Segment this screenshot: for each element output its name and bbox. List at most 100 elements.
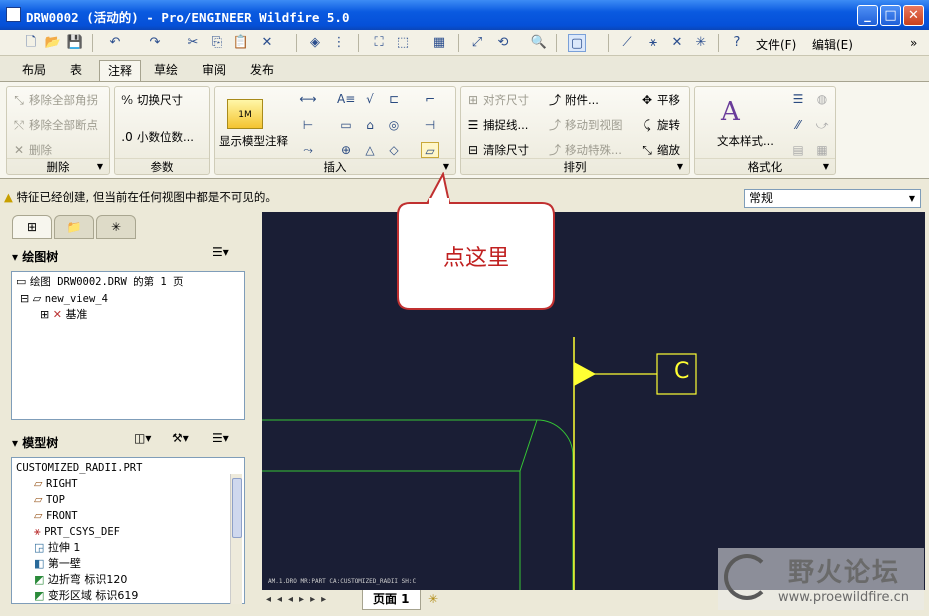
- datum-point-icon[interactable]: ✕: [668, 34, 686, 52]
- gtol-icon[interactable]: ▭: [337, 117, 355, 133]
- refresh-icon[interactable]: ⟲: [494, 34, 512, 52]
- tab-annotate[interactable]: 注释: [99, 60, 142, 81]
- model-tree-item[interactable]: ▱ RIGHT: [34, 477, 78, 491]
- tree-icon[interactable]: ⋮: [330, 34, 348, 52]
- scale-button[interactable]: ⤡ 缩放: [639, 142, 680, 158]
- model-tree-item[interactable]: ⚹ PRT_CSYS_DEF: [34, 525, 120, 539]
- datum-target-icon[interactable]: ⊕: [337, 142, 355, 158]
- page-nav-arrows[interactable]: ◂◂◂▸▸▸: [266, 594, 332, 605]
- axis-icon[interactable]: ⌐: [421, 91, 439, 107]
- tab-review[interactable]: 审阅: [194, 60, 234, 81]
- model-tree-item[interactable]: ◧ 第一壁: [34, 557, 81, 571]
- align-dims-button[interactable]: ⊞ 对齐尺寸: [465, 92, 529, 108]
- delete-button[interactable]: ✕ 删除: [11, 142, 52, 158]
- symbol-icon[interactable]: ⌂: [361, 117, 379, 133]
- scrollbar-thumb[interactable]: [232, 478, 242, 538]
- context-help-icon[interactable]: ?: [728, 34, 746, 52]
- reference-dim-icon[interactable]: ⤳: [299, 142, 317, 158]
- page-tab-1[interactable]: 页面 1: [362, 590, 421, 610]
- select-box-icon[interactable]: ⬚: [394, 34, 412, 52]
- undo-icon[interactable]: ↶: [106, 34, 124, 52]
- zoom-icon[interactable]: 🔍: [530, 34, 548, 52]
- tree-item-datum[interactable]: ⊞ ✕ 基准: [40, 308, 87, 322]
- drawing-tree-settings-icon[interactable]: ☰▾: [212, 245, 229, 259]
- copy-icon[interactable]: ⎘: [208, 34, 226, 52]
- format-arrow-icon[interactable]: ⤻: [813, 117, 831, 133]
- open-folder-icon[interactable]: 📂: [44, 34, 62, 52]
- tree-item-view[interactable]: ⊟ ▱ new_view_4: [20, 292, 108, 306]
- model-tree-item[interactable]: ◩ 边折弯 标识120: [34, 573, 127, 587]
- tab-sketch[interactable]: 草绘: [146, 60, 186, 81]
- drawing-tree-header[interactable]: ▾ 绘图树: [12, 248, 246, 268]
- model-tree-show-icon[interactable]: ◫▾: [134, 431, 151, 445]
- toggle-dimension-button[interactable]: ⁰⁄₀ 切换尺寸: [119, 92, 183, 108]
- show-model-annotations-button[interactable]: 显示模型注释: [219, 133, 288, 149]
- insert-group-title[interactable]: 插入 ▼: [215, 158, 455, 174]
- panel-splitter[interactable]: [252, 212, 260, 606]
- datum-feature-icon[interactable]: ⊣: [421, 117, 439, 133]
- format-misc-icon[interactable]: ▤: [789, 142, 807, 158]
- csys-icon[interactable]: ✳: [692, 34, 710, 52]
- surface-finish-icon[interactable]: √: [361, 91, 379, 107]
- favorites-tab[interactable]: ✳: [96, 215, 136, 239]
- delete-group-title[interactable]: 删除 ▼: [7, 158, 109, 174]
- minimize-button[interactable]: _: [857, 5, 878, 26]
- arrange-group-title[interactable]: 排列 ▼: [461, 158, 689, 174]
- find-icon[interactable]: ⛶: [370, 34, 388, 52]
- menu-edit[interactable]: 编辑(E): [812, 36, 853, 53]
- move-special-button[interactable]: ⤴ 移动特殊...: [547, 142, 622, 158]
- decimal-places-button[interactable]: .0 小数位数...: [119, 129, 194, 145]
- refit-icon[interactable]: ⤢: [468, 34, 486, 52]
- attach-button[interactable]: ⤴ 附件...: [547, 92, 599, 108]
- cut-icon[interactable]: ✂: [184, 34, 202, 52]
- move-button[interactable]: ✥ 平移: [639, 92, 680, 108]
- save-icon[interactable]: 💾: [66, 34, 84, 52]
- drawing-canvas[interactable]: C AM.1.DRO MR:PART CA:CUSTOMIZED_RADII S…: [262, 212, 925, 590]
- new-page-icon[interactable]: ✳: [428, 592, 438, 606]
- move-to-view-button[interactable]: ⤴ 移动到视图: [547, 117, 623, 133]
- model-tree-root[interactable]: CUSTOMIZED_RADII.PRT: [16, 461, 142, 475]
- close-button[interactable]: ✕: [903, 5, 924, 26]
- format-group-title[interactable]: 格式化 ▼: [695, 158, 835, 174]
- dimension-icon[interactable]: ⟷: [299, 91, 317, 107]
- format-copy-icon[interactable]: ◍: [813, 91, 831, 107]
- note-icon[interactable]: A≡: [337, 91, 355, 107]
- model-tree-header[interactable]: ▾ 模型树: [12, 434, 246, 454]
- model-tree-item[interactable]: ▱ FRONT: [34, 509, 78, 523]
- model-tree-settings-icon[interactable]: ☰▾: [212, 431, 229, 445]
- menu-overflow[interactable]: »: [910, 36, 917, 50]
- tab-layout[interactable]: 布局: [14, 60, 54, 81]
- model-tree-scrollbar[interactable]: [230, 474, 242, 604]
- properties-icon[interactable]: ▦: [430, 34, 448, 52]
- weld-symbol-icon[interactable]: △: [361, 142, 379, 158]
- remove-all-breaks-button[interactable]: ⤲ 移除全部断点: [11, 117, 98, 133]
- paste-icon[interactable]: 📋: [232, 34, 250, 52]
- new-file-icon[interactable]: 🗋: [22, 34, 40, 52]
- menu-file[interactable]: 文件(F): [756, 36, 796, 53]
- model-tree-tab[interactable]: ⊞: [12, 215, 52, 239]
- tab-publish[interactable]: 发布: [242, 60, 282, 81]
- redo-icon[interactable]: ↷: [146, 34, 164, 52]
- datum-axis-icon[interactable]: ⚹: [644, 34, 662, 52]
- model-tree-tools-icon[interactable]: ⚒▾: [172, 431, 189, 445]
- ordinate-dim-icon[interactable]: ⊢: [299, 117, 317, 133]
- filter-combo[interactable]: 常规 ▼: [744, 189, 921, 208]
- datum-plane-icon[interactable]: ⟋: [618, 34, 636, 52]
- folder-browser-tab[interactable]: 📁: [54, 215, 94, 239]
- maximize-button[interactable]: □: [880, 5, 901, 26]
- line-style-icon[interactable]: ☰: [789, 91, 807, 107]
- model-tree-item[interactable]: ◩ 变形区域 标识619: [34, 589, 138, 603]
- layers-icon[interactable]: ◈: [306, 34, 324, 52]
- model-tree-item[interactable]: ▱ TOP: [34, 493, 65, 507]
- display-style-icon[interactable]: ▢: [568, 34, 586, 52]
- delete-icon[interactable]: ✕: [258, 34, 276, 52]
- rotate-button[interactable]: ⤹ 旋转: [639, 117, 680, 133]
- tree-item-sheet[interactable]: ▭ 绘图 DRW0002.DRW 的第 1 页: [16, 275, 184, 289]
- tab-table[interactable]: 表: [62, 60, 90, 81]
- baseline-icon[interactable]: ⊏: [385, 91, 403, 107]
- balloon-icon[interactable]: ◎: [385, 117, 403, 133]
- cosmetic-icon[interactable]: ◇: [385, 142, 403, 158]
- hatch-icon[interactable]: ⁄⁄: [789, 117, 807, 133]
- text-style-button[interactable]: 文本样式...: [717, 133, 774, 149]
- format-extra-icon[interactable]: ▦: [813, 142, 831, 158]
